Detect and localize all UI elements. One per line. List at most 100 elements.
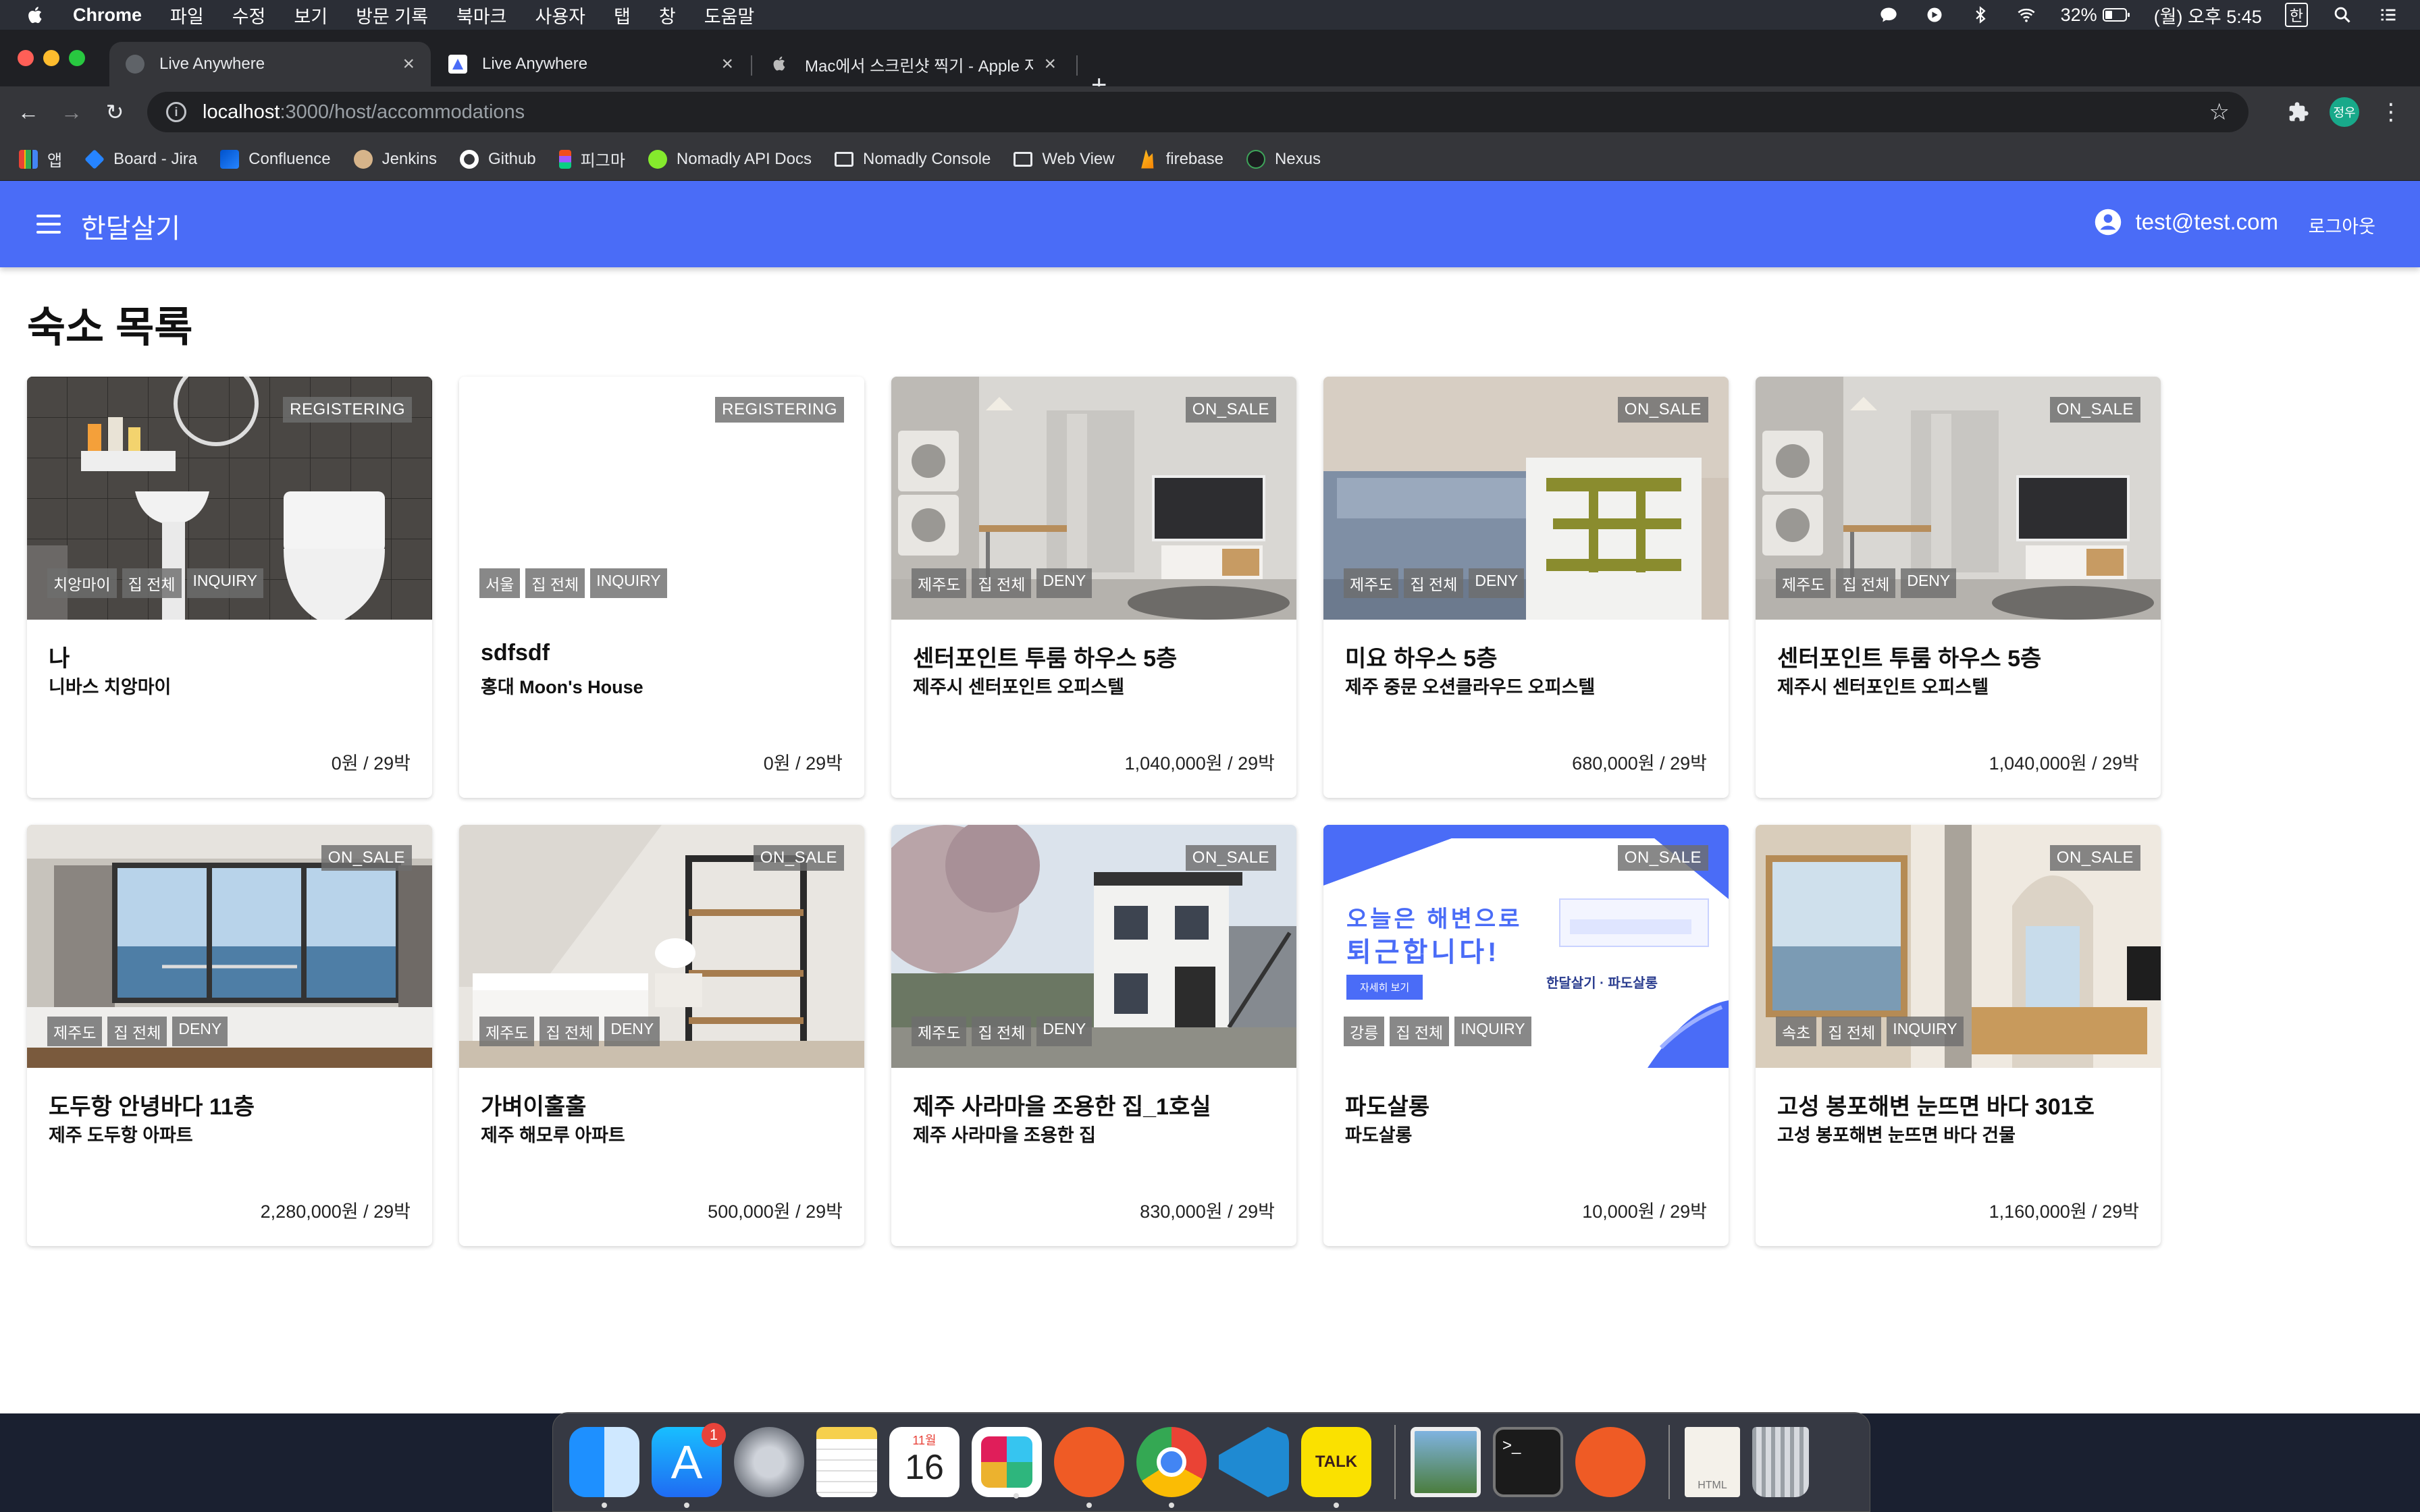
calendar-icon[interactable]: 11월 16: [889, 1427, 959, 1497]
room-type-tag: 집 전체: [525, 568, 585, 598]
trash-icon[interactable]: [1752, 1427, 1809, 1497]
bookmark-label: Nomadly API Docs: [676, 149, 812, 168]
region-tag: 속초: [1776, 1017, 1817, 1046]
reload-icon[interactable]: ↻: [93, 99, 136, 125]
hamburger-menu-icon[interactable]: [36, 215, 61, 234]
bookmark-nomadly-console[interactable]: Nomadly Console: [834, 150, 991, 169]
menu-view[interactable]: 보기: [294, 2, 327, 28]
region-tag: 강릉: [1344, 1017, 1385, 1046]
chrome-menu-kebab-icon[interactable]: ⋮: [2379, 99, 2402, 126]
menu-bookmarks[interactable]: 북마크: [456, 2, 507, 28]
address-path: :3000/host/accommodations: [280, 101, 525, 123]
menu-clock[interactable]: (월) 오후 5:45: [2154, 2, 2262, 28]
logout-button[interactable]: 로그아웃: [2309, 212, 2375, 238]
jira-icon: [84, 148, 105, 169]
close-tab-icon[interactable]: ×: [721, 53, 733, 76]
region-tag: 제주도: [912, 568, 967, 598]
bookmark-jira[interactable]: Board - Jira: [84, 148, 198, 169]
bookmark-label: Board - Jira: [113, 149, 198, 168]
battery-status[interactable]: 32%: [2061, 5, 2131, 26]
profile-avatar[interactable]: 정우: [2330, 97, 2359, 127]
menu-profiles[interactable]: 사용자: [535, 2, 585, 28]
dnd-moon-icon[interactable]: [1923, 5, 1946, 25]
back-arrow-icon[interactable]: ←: [7, 100, 50, 125]
chrome-icon[interactable]: [1136, 1427, 1207, 1508]
bookmark-apps[interactable]: 앱: [19, 147, 62, 171]
menu-history[interactable]: 방문 기록: [356, 2, 428, 28]
preview-icon[interactable]: [1411, 1427, 1481, 1497]
bookmark-firebase[interactable]: firebase: [1138, 149, 1224, 169]
listing-tags: 제주도 집 전체 DENY: [47, 1017, 228, 1046]
apple-favicon-icon: [771, 55, 790, 74]
launchpad-icon[interactable]: [734, 1427, 804, 1497]
control-center-icon[interactable]: [2377, 5, 2400, 25]
finder-icon[interactable]: [569, 1427, 639, 1508]
accommodation-card[interactable]: ON_SALE 제주도 집 전체 DENY 도두항 안녕바다 11층 제주 도두…: [27, 825, 432, 1246]
menu-help[interactable]: 도움말: [704, 2, 755, 28]
toolbar-actions: 정우 ⋮: [2288, 86, 2402, 138]
accommodation-card[interactable]: ON_SALE 제주도 집 전체 DENY 센터포인트 투룸 하우스 5층 제주…: [1756, 377, 2161, 798]
accommodation-card[interactable]: ON_SALE 제주도 집 전체 DENY 센터포인트 투룸 하우스 5층 제주…: [891, 377, 1296, 798]
accommodation-card[interactable]: REGISTERING 서울 집 전체 INQUIRY sdfsdf 홍대 Mo…: [459, 377, 864, 798]
bookmark-github[interactable]: Github: [459, 149, 536, 169]
card-body: 도두항 안녕바다 11층 제주 도두항 아파트 2,280,000원 / 29박: [27, 1068, 432, 1246]
card-body: 파도살롱 파도살롱 10,000원 / 29박: [1323, 1068, 1729, 1246]
close-window-button[interactable]: [18, 50, 34, 66]
slack-icon[interactable]: [972, 1427, 1042, 1498]
bookmark-confluence[interactable]: Confluence: [220, 149, 331, 169]
bookmark-web-view[interactable]: Web View: [1014, 150, 1115, 169]
tab-live-anywhere[interactable]: Live Anywhere ×: [432, 42, 749, 86]
menu-chrome[interactable]: Chrome: [73, 5, 142, 26]
kakaotalk-icon[interactable]: TALK: [1301, 1427, 1371, 1508]
app-store-icon[interactable]: A1: [652, 1423, 726, 1508]
listing-photo: ON_SALE 제주도 집 전체 DENY: [27, 825, 432, 1068]
input-method-indicator[interactable]: 한: [2284, 3, 2308, 27]
accommodation-card[interactable]: REGISTERING 치앙마이 집 전체 INQUIRY 나 니바스 치앙마이…: [27, 377, 432, 798]
accommodation-card[interactable]: ON_SALE 속초 집 전체 INQUIRY 고성 봉포해변 눈뜨면 바다 3…: [1756, 825, 2161, 1246]
site-info-icon[interactable]: i: [166, 102, 186, 122]
zoom-window-button[interactable]: [69, 50, 85, 66]
user-account[interactable]: test@test.com: [2094, 208, 2278, 236]
globe-favicon-icon: [126, 55, 144, 74]
tab-separator: [751, 55, 752, 76]
bookmark-label: firebase: [1165, 149, 1224, 168]
postman-icon[interactable]: [1054, 1427, 1124, 1508]
html-file-icon[interactable]: HTML: [1685, 1427, 1740, 1497]
close-tab-icon[interactable]: ×: [1044, 53, 1056, 76]
extensions-puzzle-icon[interactable]: [2288, 101, 2309, 123]
close-tab-icon[interactable]: ×: [402, 53, 415, 76]
accommodation-card[interactable]: ON_SALE 제주도 집 전체 DENY 미요 하우스 5층 제주 중문 오션…: [1323, 377, 1729, 798]
wifi-icon[interactable]: [2015, 5, 2038, 25]
menu-edit[interactable]: 수정: [232, 2, 266, 28]
accommodation-card[interactable]: ON_SALE 제주도 집 전체 DENY 가벼이훌훌 제주 해모루 아파트 5…: [459, 825, 864, 1246]
bluetooth-icon[interactable]: [1969, 5, 1992, 25]
menu-file[interactable]: 파일: [170, 2, 204, 28]
menu-tab[interactable]: 탭: [614, 2, 631, 28]
terminal-icon[interactable]: >_: [1493, 1427, 1563, 1497]
spotlight-search-icon[interactable]: [2331, 5, 2354, 25]
forward-arrow-icon[interactable]: →: [50, 100, 93, 125]
bookmark-nomadly-api-docs[interactable]: Nomadly API Docs: [648, 149, 812, 169]
room-type-tag: 집 전체: [1822, 1017, 1882, 1046]
bookmark-star-icon[interactable]: ☆: [2209, 99, 2230, 126]
apple-logo-icon[interactable]: [26, 5, 46, 25]
postman-icon[interactable]: [1575, 1427, 1646, 1497]
bookmark-jenkins[interactable]: Jenkins: [353, 149, 437, 169]
tab-apple-support[interactable]: Mac에서 스크린샷 찍기 - Apple 지 ×: [755, 42, 1072, 86]
bookmark-figma[interactable]: 피그마: [558, 147, 625, 171]
minimize-window-button[interactable]: [43, 50, 59, 66]
menu-window[interactable]: 창: [659, 2, 676, 28]
vscode-icon[interactable]: [1219, 1427, 1289, 1497]
listing-price: 0원 / 29박: [763, 753, 843, 774]
app-brand[interactable]: 한달살기: [81, 207, 180, 246]
address-bar[interactable]: i localhost:3000/host/accommodations ☆: [147, 92, 2248, 132]
accommodation-card[interactable]: 오늘은 해변으로 퇴근합니다! 자세히 보기 한달살기 · 파도살롱 ON_SA…: [1323, 825, 1729, 1246]
tab-live-anywhere-active[interactable]: Live Anywhere ×: [109, 42, 431, 86]
address-host: localhost: [203, 101, 280, 123]
messages-icon[interactable]: [1877, 5, 1900, 25]
listing-building: 제주시 센터포인트 오피스텔: [1777, 677, 1989, 697]
notes-icon[interactable]: [816, 1427, 877, 1497]
bookmark-nexus[interactable]: Nexus: [1246, 149, 1321, 169]
status-badge: ON_SALE: [321, 845, 412, 871]
accommodation-card[interactable]: ON_SALE 제주도 집 전체 DENY 제주 사라마을 조용한 집_1호실 …: [891, 825, 1296, 1246]
